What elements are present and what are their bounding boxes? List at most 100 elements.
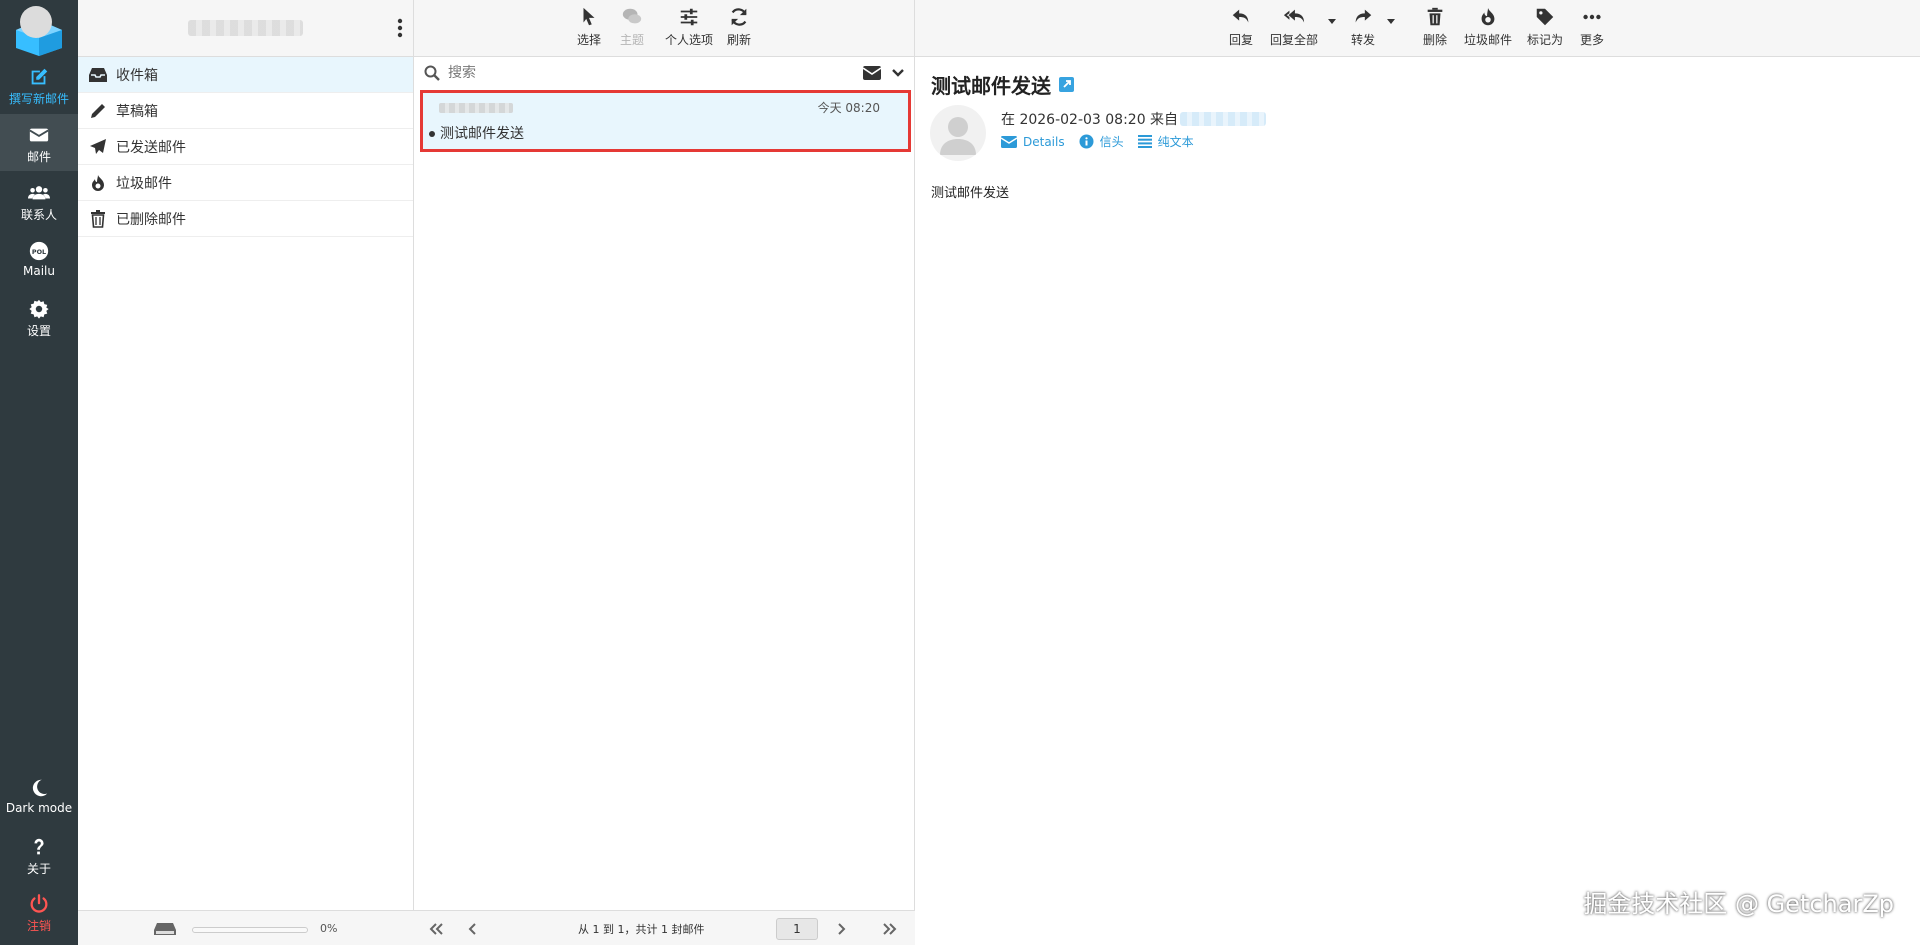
reply-all-button[interactable]: 回复全部 (1270, 6, 1318, 48)
roundcube-logo[interactable] (14, 4, 64, 56)
paper-plane-icon (88, 138, 108, 156)
dark-mode-toggle[interactable]: Dark mode (0, 777, 78, 815)
reading-pane: 回复 回复全部 转发 删除 垃圾邮件 标记为 更多 测试邮件发送 在 2026-… (915, 0, 1920, 945)
folder-header (78, 0, 413, 57)
message-date: 今天 08:20 (817, 101, 880, 115)
next-page-icon[interactable] (836, 922, 846, 936)
plain-text-label: 纯文本 (1157, 135, 1194, 149)
fire-icon (1481, 7, 1495, 26)
message-toolbar: 回复 回复全部 转发 删除 垃圾邮件 标记为 更多 (915, 0, 1920, 57)
message-body: 测试邮件发送 (931, 186, 1010, 201)
threads-button[interactable]: 主题 (620, 6, 644, 48)
cursor-icon (583, 7, 595, 26)
headers-link[interactable]: 信头 (1079, 133, 1124, 150)
first-page-icon[interactable] (428, 922, 444, 936)
nav-settings-label: 设置 (26, 324, 51, 338)
search-bar (414, 57, 914, 89)
nav-contacts-label: 联系人 (20, 208, 57, 222)
nav-mailu[interactable]: POL Mailu (0, 240, 78, 278)
sliders-icon (680, 8, 698, 26)
delete-button[interactable]: 删除 (1423, 6, 1447, 48)
folder-label: 已删除邮件 (116, 211, 186, 228)
chevron-down-icon[interactable] (891, 67, 905, 79)
more-button[interactable]: 更多 (1580, 6, 1604, 48)
power-icon (30, 894, 48, 913)
message-meta-text: 在 2026-02-03 08:20 来自 (1001, 112, 1179, 128)
more-horizontal-icon (1583, 14, 1601, 20)
unread-dot (429, 131, 435, 137)
mark-label: 标记为 (1527, 33, 1564, 47)
message-meta: 在 2026-02-03 08:20 来自 (1001, 109, 1267, 129)
folder-inbox[interactable]: 收件箱 (78, 57, 413, 93)
reply-all-icon (1283, 9, 1305, 23)
previous-page-icon[interactable] (468, 922, 478, 936)
folder-drafts[interactable]: 草稿箱 (78, 93, 413, 129)
envelope-icon (1001, 135, 1017, 148)
folder-label: 垃圾邮件 (116, 175, 172, 192)
folder-label: 收件箱 (116, 67, 158, 84)
forward-dropdown-caret[interactable] (1387, 19, 1395, 24)
nav-mail[interactable]: 邮件 (0, 114, 78, 171)
junk-button[interactable]: 垃圾邮件 (1464, 6, 1512, 48)
message-subject: 测试邮件发送 (440, 126, 524, 142)
message-row[interactable]: 今天 08:20 测试邮件发送 (420, 90, 911, 152)
refresh-button[interactable]: 刷新 (727, 6, 751, 48)
reply-all-label: 回复全部 (1270, 33, 1319, 47)
select-label: 选择 (577, 33, 602, 47)
forward-icon (1355, 9, 1372, 23)
search-input[interactable] (448, 62, 828, 84)
reply-all-dropdown-caret[interactable] (1328, 19, 1336, 24)
details-label: Details (1023, 134, 1065, 149)
reply-icon (1232, 9, 1249, 23)
external-link-icon[interactable] (1059, 77, 1074, 92)
folder-label: 已发送邮件 (116, 139, 186, 156)
last-page-icon[interactable] (882, 922, 898, 936)
logout-label: 注销 (26, 919, 51, 933)
forward-label: 转发 (1351, 33, 1376, 47)
users-icon (28, 186, 50, 200)
message-header-subject: 测试邮件发送 (931, 70, 1074, 99)
hard-drive-icon (154, 923, 176, 935)
select-button[interactable]: 选择 (577, 6, 601, 48)
list-options-button[interactable]: 个人选项 (665, 6, 713, 48)
watermark-text: 掘金技术社区 @ GetcharZp (1583, 890, 1894, 918)
folder-pane: 收件箱 草稿箱 已发送邮件 垃圾邮件 已删除邮件 0% (78, 0, 414, 945)
folder-label: 草稿箱 (116, 103, 158, 120)
mailu-icon: POL (29, 241, 49, 261)
logout-button[interactable]: 注销 (0, 893, 78, 934)
vertical-dots-icon[interactable] (397, 18, 403, 38)
nav-about[interactable]: 关于 (0, 836, 78, 877)
pagination-footer: 从 1 到 1，共计 1 封邮件 1 (414, 910, 915, 945)
envelope-filter-icon[interactable] (863, 66, 881, 80)
comments-icon (622, 8, 642, 24)
fire-icon (88, 174, 108, 192)
compose-button[interactable]: 撰写新邮件 (0, 66, 78, 107)
plain-text-link[interactable]: 纯文本 (1137, 133, 1194, 150)
nav-settings[interactable]: 设置 (0, 298, 78, 339)
refresh-label: 刷新 (727, 33, 752, 47)
folder-sent[interactable]: 已发送邮件 (78, 129, 413, 165)
threads-label: 主题 (620, 33, 645, 47)
gear-icon (29, 299, 49, 319)
nav-mailu-label: Mailu (23, 264, 55, 278)
envelope-icon (29, 128, 49, 142)
page-number-input[interactable]: 1 (776, 918, 818, 940)
headers-label: 信头 (1099, 135, 1124, 149)
reply-button[interactable]: 回复 (1229, 6, 1253, 48)
forward-button[interactable]: 转发 (1351, 6, 1375, 48)
details-link[interactable]: Details (1001, 133, 1065, 150)
message-list-pane: 选择 主题 个人选项 刷新 今天 08:20 测试邮件发送 从 1 到 1，共计… (414, 0, 915, 945)
sender-address-blurred[interactable] (1180, 112, 1267, 126)
nav-about-label: 关于 (26, 862, 51, 876)
pagination-count: 从 1 到 1，共计 1 封邮件 (578, 923, 705, 936)
account-name-blurred (188, 20, 303, 36)
sender-avatar (930, 105, 986, 161)
folder-junk[interactable]: 垃圾邮件 (78, 165, 413, 201)
mark-button[interactable]: 标记为 (1527, 6, 1563, 48)
trash-icon (88, 209, 108, 228)
nav-contacts[interactable]: 联系人 (0, 182, 78, 223)
message-sender-blurred (439, 103, 513, 113)
quota-percent: 0% (320, 922, 338, 935)
folder-trash[interactable]: 已删除邮件 (78, 201, 413, 237)
lines-icon (1137, 135, 1152, 148)
